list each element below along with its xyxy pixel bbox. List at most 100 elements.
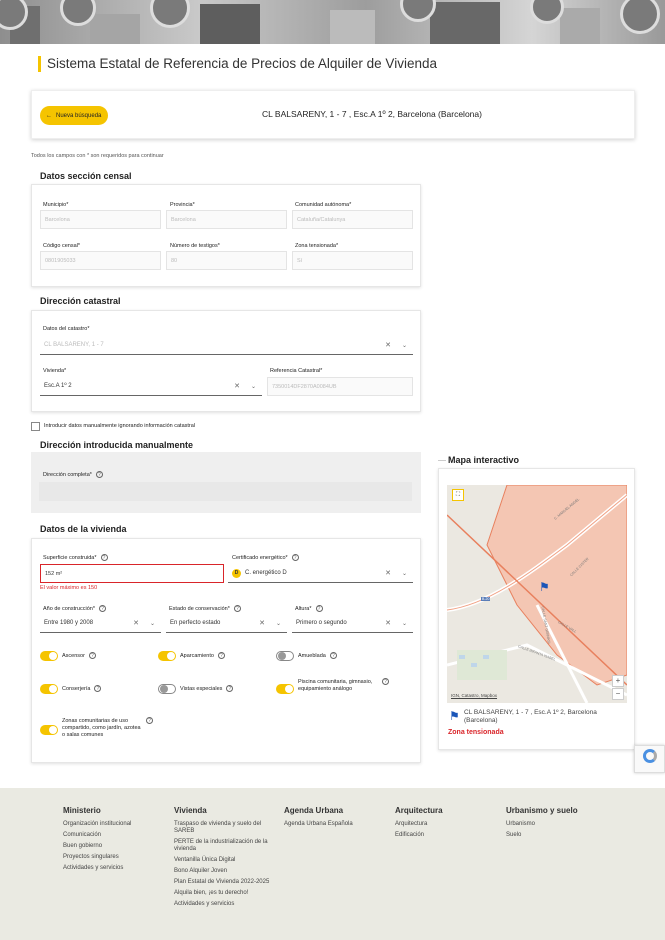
ascensor-label: Ascensor	[62, 652, 85, 659]
footer-link[interactable]: Traspaso de vivienda y suelo del SAREB	[174, 821, 274, 835]
footer-col-arquitectura: Arquitectura Arquitectura Edificación	[395, 806, 495, 843]
piscina-toggle[interactable]	[276, 684, 294, 694]
superficie-label: Superficie construida*	[43, 554, 97, 561]
map-title: Mapa interactivo	[448, 455, 520, 465]
help-icon[interactable]: ?	[226, 685, 234, 692]
chevron-down-icon[interactable]: ⌄	[402, 570, 407, 577]
footer-link[interactable]: Bono Alquiler Joven	[174, 868, 274, 875]
footer-link[interactable]: Proyectos singulares	[63, 854, 163, 861]
fullscreen-icon[interactable]: ⛶	[452, 489, 464, 501]
help-icon[interactable]: ?	[98, 605, 106, 612]
recaptcha-badge[interactable]	[634, 745, 665, 773]
chevron-down-icon[interactable]: ⌄	[402, 620, 407, 627]
footer-col-vivienda: Vivienda Traspaso de vivienda y suelo de…	[174, 806, 274, 912]
footer-link[interactable]: Suelo	[506, 832, 606, 839]
map-title-rule	[438, 460, 446, 461]
footer-link[interactable]: Actividades y servicios	[63, 865, 163, 872]
aparcamiento-label: Aparcamiento	[180, 652, 214, 659]
estado-select[interactable]: En perfecto estado ✕ ⌄	[166, 614, 287, 633]
chevron-down-icon[interactable]: ⌄	[402, 342, 407, 349]
clear-icon[interactable]: ✕	[234, 382, 240, 390]
footer-col-urbanismo: Urbanismo y suelo Urbanismo Suelo	[506, 806, 606, 843]
footer-link[interactable]: Comunicación	[63, 832, 163, 839]
altura-value: Primero o segundo	[296, 620, 347, 626]
header-banner	[0, 0, 665, 44]
help-icon[interactable]: ?	[100, 554, 108, 561]
new-search-button[interactable]: ← Nueva búsqueda	[40, 106, 108, 125]
help-icon[interactable]: ?	[94, 685, 102, 692]
map-attribution[interactable]: IGN, Catastro, Mapbox	[451, 693, 497, 698]
cert-select[interactable]: D C. energético D ✕ ⌄	[228, 564, 413, 583]
anio-label-wrap: Año de construcción*?	[43, 605, 106, 612]
help-icon[interactable]: ?	[382, 678, 389, 685]
piscina-label: Piscina comunitaria, gimnasio, equipamie…	[298, 679, 373, 692]
clear-icon[interactable]: ✕	[259, 619, 265, 627]
help-icon[interactable]: ?	[329, 652, 337, 659]
vivienda-label: Vivienda*	[43, 368, 67, 374]
zoom-in-button[interactable]: +	[612, 675, 624, 687]
vistas-label: Vistas especiales	[180, 685, 223, 692]
footer-link[interactable]: Arquitectura	[395, 821, 495, 828]
comunidad-label: Comunidad autónoma*	[295, 202, 352, 208]
footer-link[interactable]: Plan Estatal de Vivienda 2022-2025	[174, 879, 274, 886]
new-search-label: Nueva búsqueda	[56, 112, 102, 119]
comunidad-field: Cataluña/Catalunya	[292, 210, 413, 229]
superficie-error: El valor máximo es 150	[40, 585, 98, 591]
codigo-censal-field: 0801905033	[40, 251, 161, 270]
superficie-input[interactable]: 152 m²	[40, 564, 224, 583]
footer-link[interactable]: Agenda Urbana Española	[284, 821, 384, 828]
manual-entry-checkbox[interactable]	[31, 422, 40, 431]
aparcamiento-toggle[interactable]	[158, 651, 176, 661]
conserjeria-label: Conserjería	[62, 685, 91, 692]
footer-link[interactable]: Alquila bien, ¡es tu derecho!	[174, 890, 274, 897]
clear-icon[interactable]: ✕	[385, 569, 391, 577]
manual-address-field	[39, 482, 412, 501]
municipio-field: Barcelona	[40, 210, 161, 229]
interactive-map[interactable]: ⛶ ⚑ C. MANUEL ANGEL CALLE CISTER CALLE V…	[447, 485, 627, 703]
vistas-toggle[interactable]	[158, 684, 176, 694]
footer-link[interactable]: PERTE de la industrialización de la vivi…	[174, 839, 274, 853]
provincia-field: Barcelona	[166, 210, 287, 229]
footer-link[interactable]: Organización institucional	[63, 821, 163, 828]
footer-col-agenda: Agenda Urbana Agenda Urbana Española	[284, 806, 384, 832]
catastral-card: Datos del catastro* CL BALSARENY, 1 - 7 …	[31, 310, 421, 412]
clear-icon[interactable]: ✕	[133, 619, 139, 627]
anio-select[interactable]: Entre 1980 y 2008 ✕ ⌄	[40, 614, 161, 633]
zonas-toggle[interactable]	[40, 725, 58, 735]
footer-link[interactable]: Edificación	[395, 832, 495, 839]
footer-link[interactable]: Actividades y servicios	[174, 901, 274, 908]
help-icon[interactable]: ?	[95, 471, 103, 478]
zoom-out-button[interactable]: −	[612, 688, 624, 700]
altura-select[interactable]: Primero o segundo ✕ ⌄	[292, 614, 413, 633]
help-icon[interactable]: ?	[146, 717, 153, 724]
help-icon[interactable]: ?	[291, 554, 299, 561]
footer-link[interactable]: Urbanismo	[506, 821, 606, 828]
help-icon[interactable]: ?	[315, 605, 323, 612]
chevron-down-icon[interactable]: ⌄	[251, 383, 256, 390]
help-icon[interactable]: ?	[88, 652, 96, 659]
clear-icon[interactable]: ✕	[385, 619, 391, 627]
amueblada-toggle[interactable]	[276, 651, 294, 661]
help-icon[interactable]: ?	[217, 652, 225, 659]
ascensor-toggle[interactable]	[40, 651, 58, 661]
conserjeria-toggle[interactable]	[40, 684, 58, 694]
datos-catastro-select[interactable]: CL BALSARENY, 1 - 7 ✕ ⌄	[40, 336, 413, 355]
chevron-down-icon[interactable]: ⌄	[150, 620, 155, 627]
arrow-left-icon: ←	[46, 112, 52, 119]
vivienda-select[interactable]: Esc.A 1º 2 ✕ ⌄	[40, 377, 262, 396]
vivienda-card: Superficie construida*? 152 m² El valor …	[31, 538, 421, 763]
footer-link[interactable]: Buen gobierno	[63, 843, 163, 850]
provincia-label: Provincia*	[170, 202, 195, 208]
vivienda-value: Esc.A 1º 2	[44, 383, 72, 389]
zona-tensionada-label: Zona tensionada*	[295, 243, 339, 249]
census-section-title: Datos sección censal	[40, 171, 132, 181]
help-icon[interactable]: ?	[233, 605, 241, 612]
cert-label-wrap: Certificado energético*?	[232, 554, 299, 561]
clear-icon[interactable]: ✕	[385, 341, 391, 349]
superficie-value: 152	[45, 570, 55, 577]
footer-link[interactable]: Ventanilla Única Digital	[174, 857, 274, 864]
location-flag-icon: ⚑	[539, 580, 550, 594]
map-card: ⛶ ⚑ C. MANUEL ANGEL CALLE CISTER CALLE V…	[438, 468, 635, 750]
vistas-label-wrap: Vistas especiales?	[180, 685, 234, 692]
chevron-down-icon[interactable]: ⌄	[276, 620, 281, 627]
